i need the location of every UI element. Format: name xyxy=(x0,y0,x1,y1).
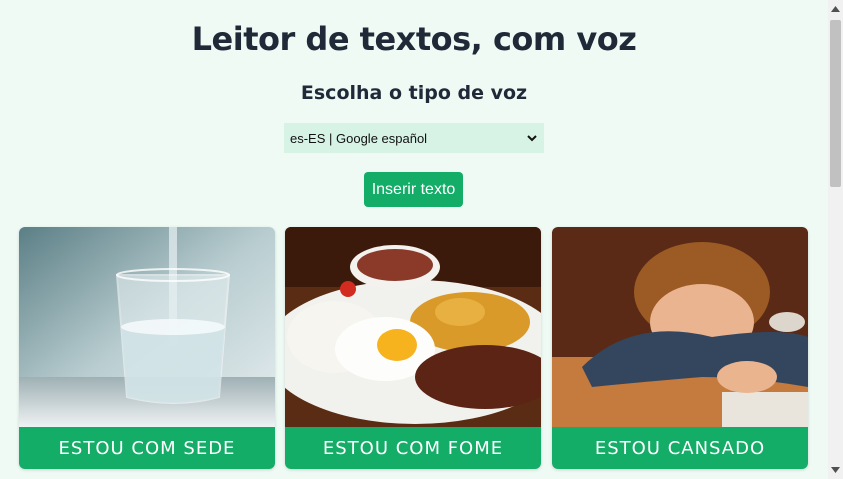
scroll-down-arrow-icon[interactable] xyxy=(831,467,840,473)
card-hungry[interactable]: ESTOU COM FOME xyxy=(285,227,541,469)
card-thirsty-label: ESTOU COM SEDE xyxy=(19,427,275,469)
scroll-up-arrow-icon[interactable] xyxy=(831,6,840,12)
page: Leitor de textos, com voz Escolha o tipo… xyxy=(0,0,828,479)
page-subtitle: Escolha o tipo de voz xyxy=(300,82,528,104)
card-hungry-label: ESTOU COM FOME xyxy=(285,427,541,469)
plate-of-food-image xyxy=(285,227,541,427)
card-tired-label: ESTOU CANSADO xyxy=(552,427,808,469)
card-tired[interactable]: ESTOU CANSADO xyxy=(552,227,808,469)
voice-select-value: es-ES | Google español xyxy=(290,130,428,146)
scrollbar-thumb[interactable] xyxy=(830,20,841,187)
chevron-down-icon xyxy=(527,135,537,142)
glass-of-water-image xyxy=(19,227,275,427)
vertical-scrollbar[interactable] xyxy=(828,0,843,479)
voice-select[interactable]: es-ES | Google español xyxy=(284,123,544,153)
card-thirsty[interactable]: ESTOU COM SEDE xyxy=(19,227,275,469)
insert-text-button[interactable]: Inserir texto xyxy=(364,172,463,207)
sleeping-child-image xyxy=(552,227,808,427)
page-title: Leitor de textos, com voz xyxy=(191,20,637,58)
